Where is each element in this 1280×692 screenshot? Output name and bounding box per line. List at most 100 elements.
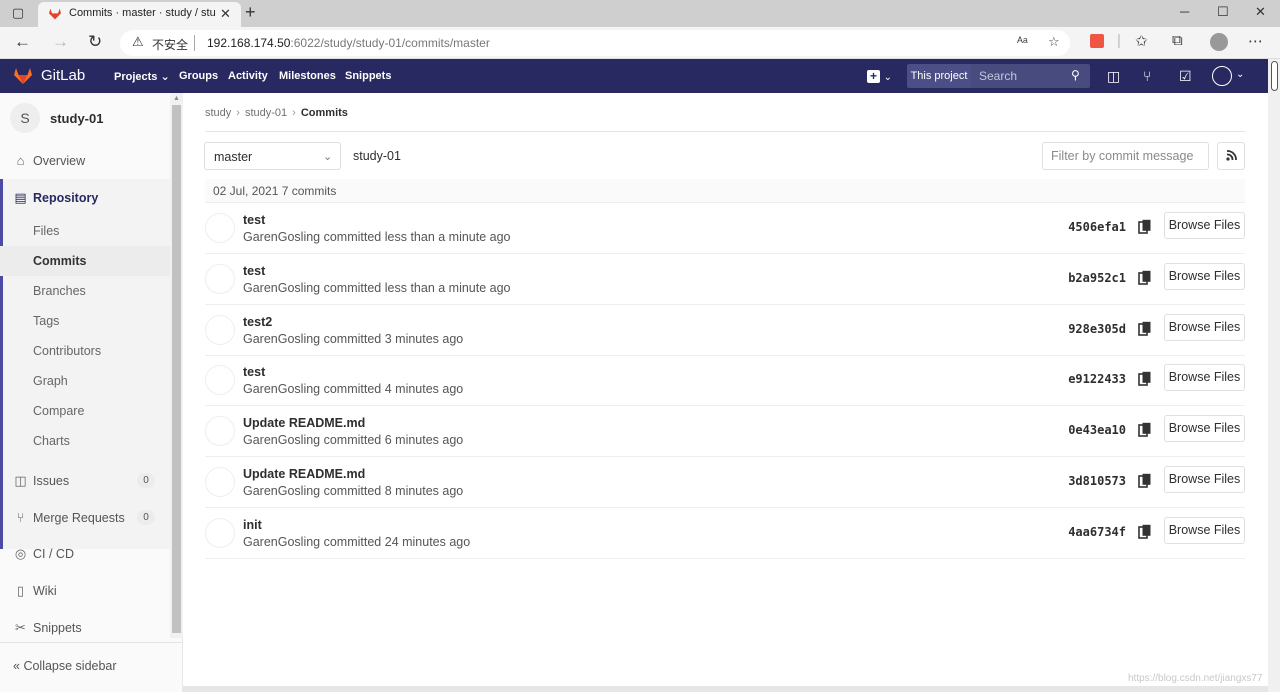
issues-header-icon[interactable]: ◫ xyxy=(1107,68,1120,85)
copy-icon[interactable] xyxy=(1138,321,1152,337)
page-scrollbar[interactable] xyxy=(1268,59,1280,692)
user-avatar[interactable] xyxy=(1212,66,1232,86)
sidebar-subitem-branches[interactable]: Branches xyxy=(0,276,170,306)
sidebar-subitem-tags[interactable]: Tags xyxy=(0,306,170,336)
browse-files-button[interactable]: Browse Files xyxy=(1164,364,1245,392)
sidebar-subitem-compare[interactable]: Compare xyxy=(0,396,170,426)
browse-files-button[interactable]: Browse Files xyxy=(1164,415,1245,443)
commit-sha[interactable]: b2a952c1 xyxy=(1060,271,1126,285)
nav-snippets[interactable]: Snippets xyxy=(345,70,391,82)
sidebar-scrollbar[interactable]: ▲ xyxy=(170,93,183,638)
url-omnibox[interactable]: ⚠ 不安全 192.168.174.50:6022/study/study-01… xyxy=(120,30,1070,56)
branch-select[interactable]: master ⌄ xyxy=(204,142,341,170)
extension-icon[interactable] xyxy=(1090,34,1104,48)
commit-sha[interactable]: 0e43ea10 xyxy=(1060,423,1126,437)
sidebar-item-snippets[interactable]: ✂ Snippets xyxy=(0,613,170,643)
sidebar-subitem-files[interactable]: Files xyxy=(0,216,170,246)
reload-icon[interactable]: ↻ xyxy=(88,32,102,52)
copy-icon[interactable] xyxy=(1138,473,1152,489)
scroll-up-icon[interactable]: ▲ xyxy=(173,95,180,102)
author-avatar[interactable] xyxy=(205,416,235,447)
breadcrumb-commits[interactable]: Commits xyxy=(301,107,348,119)
copy-icon[interactable] xyxy=(1138,422,1152,438)
minimize-icon[interactable]: ─ xyxy=(1180,4,1189,19)
favorite-star-icon[interactable]: ☆ xyxy=(1048,34,1060,50)
collections-icon[interactable]: ⧉ xyxy=(1172,32,1183,49)
commit-title[interactable]: Update README.md xyxy=(243,467,365,481)
sidebar-item-repository[interactable]: ▤ Repository xyxy=(0,183,170,213)
search-input[interactable]: Search ⚲ xyxy=(971,64,1090,88)
rss-button[interactable] xyxy=(1217,142,1245,170)
nav-projects[interactable]: Projects ⌄ xyxy=(114,70,170,83)
sidebar-item-merge-requests[interactable]: ⑂ Merge Requests 0 xyxy=(0,503,170,533)
commit-author[interactable]: GarenGosling xyxy=(243,484,320,498)
browse-files-button[interactable]: Browse Files xyxy=(1164,262,1245,290)
commit-sha[interactable]: e9122433 xyxy=(1060,372,1126,386)
commit-title[interactable]: Update README.md xyxy=(243,416,365,430)
copy-icon[interactable] xyxy=(1138,371,1152,387)
back-icon[interactable]: ← xyxy=(14,32,31,52)
collapse-sidebar-button[interactable]: « Collapse sidebar xyxy=(0,642,183,692)
commit-author[interactable]: GarenGosling xyxy=(243,433,320,447)
chevron-down-icon[interactable]: ⌄ xyxy=(1236,69,1244,80)
favorites-icon[interactable]: ✩ xyxy=(1135,32,1148,50)
sidebar-subitem-commits[interactable]: Commits xyxy=(0,246,170,276)
gitlab-brand[interactable]: GitLab xyxy=(41,67,85,84)
commit-title[interactable]: test2 xyxy=(243,315,272,329)
commit-sha[interactable]: 928e305d xyxy=(1060,322,1126,336)
browse-files-button[interactable]: Browse Files xyxy=(1164,466,1245,493)
author-avatar[interactable] xyxy=(205,263,235,294)
commit-sha[interactable]: 4aa6734f xyxy=(1060,525,1126,539)
sidebar-scrollbar-thumb[interactable] xyxy=(172,105,181,633)
profile-avatar-icon[interactable] xyxy=(1210,33,1228,51)
merge-requests-header-icon[interactable]: ⑂ xyxy=(1143,68,1151,84)
tab-close-icon[interactable]: ✕ xyxy=(220,6,231,22)
maximize-icon[interactable]: ☐ xyxy=(1217,4,1229,20)
nav-activity[interactable]: Activity xyxy=(228,70,268,82)
author-avatar[interactable] xyxy=(205,365,235,396)
breadcrumb-study[interactable]: study xyxy=(205,107,231,119)
sidebar-item-issues[interactable]: ◫ Issues 0 xyxy=(0,466,170,496)
commit-author[interactable]: GarenGosling xyxy=(243,281,320,295)
copy-icon[interactable] xyxy=(1138,270,1152,286)
todos-header-icon[interactable]: ☑ xyxy=(1179,68,1192,85)
nav-milestones[interactable]: Milestones xyxy=(279,70,336,82)
read-aloud-icon[interactable]: ᴬᵃ xyxy=(1017,34,1028,49)
new-tab-icon[interactable]: + xyxy=(245,2,256,23)
browse-files-button[interactable]: Browse Files xyxy=(1164,516,1245,544)
commit-title[interactable]: test xyxy=(243,264,265,278)
breadcrumb-study-01[interactable]: study-01 xyxy=(245,107,287,119)
author-avatar[interactable] xyxy=(205,517,235,548)
window-close-icon[interactable]: ✕ xyxy=(1255,4,1266,20)
copy-icon[interactable] xyxy=(1138,524,1152,540)
author-avatar[interactable] xyxy=(205,314,235,345)
tab-actions-icon[interactable]: ▢ xyxy=(8,5,28,21)
project-name[interactable]: study-01 xyxy=(50,111,103,126)
page-scrollbar-thumb[interactable] xyxy=(1271,61,1278,91)
sidebar-item-cicd[interactable]: ◎ CI / CD xyxy=(0,539,170,569)
commit-title[interactable]: init xyxy=(243,518,262,532)
browse-files-button[interactable]: Browse Files xyxy=(1164,212,1245,239)
sidebar-subitem-graph[interactable]: Graph xyxy=(0,366,170,396)
project-avatar[interactable]: S xyxy=(10,103,40,133)
sidebar-subitem-charts[interactable]: Charts xyxy=(0,426,170,456)
search-scope-badge[interactable]: This project xyxy=(907,64,971,88)
gitlab-logo-icon[interactable] xyxy=(13,67,33,85)
commit-author[interactable]: GarenGosling xyxy=(243,382,320,396)
commit-sha[interactable]: 3d810573 xyxy=(1060,474,1126,488)
more-menu-icon[interactable]: ⋯ xyxy=(1248,32,1263,50)
sidebar-subitem-contributors[interactable]: Contributors xyxy=(0,336,170,366)
new-dropdown-button[interactable]: + ⌄ xyxy=(867,68,895,84)
author-avatar[interactable] xyxy=(205,467,235,497)
nav-groups[interactable]: Groups xyxy=(179,70,218,82)
commit-filter-input[interactable] xyxy=(1042,142,1209,170)
sidebar-item-wiki[interactable]: ▯ Wiki xyxy=(0,576,170,606)
author-avatar[interactable] xyxy=(205,213,235,243)
commit-title[interactable]: test xyxy=(243,365,265,379)
commit-author[interactable]: GarenGosling xyxy=(243,332,320,346)
forward-icon[interactable]: → xyxy=(52,32,69,52)
project-path[interactable]: study-01 xyxy=(353,149,401,163)
commit-sha[interactable]: 4506efa1 xyxy=(1060,220,1126,234)
copy-icon[interactable] xyxy=(1138,219,1152,235)
commit-title[interactable]: test xyxy=(243,213,265,227)
